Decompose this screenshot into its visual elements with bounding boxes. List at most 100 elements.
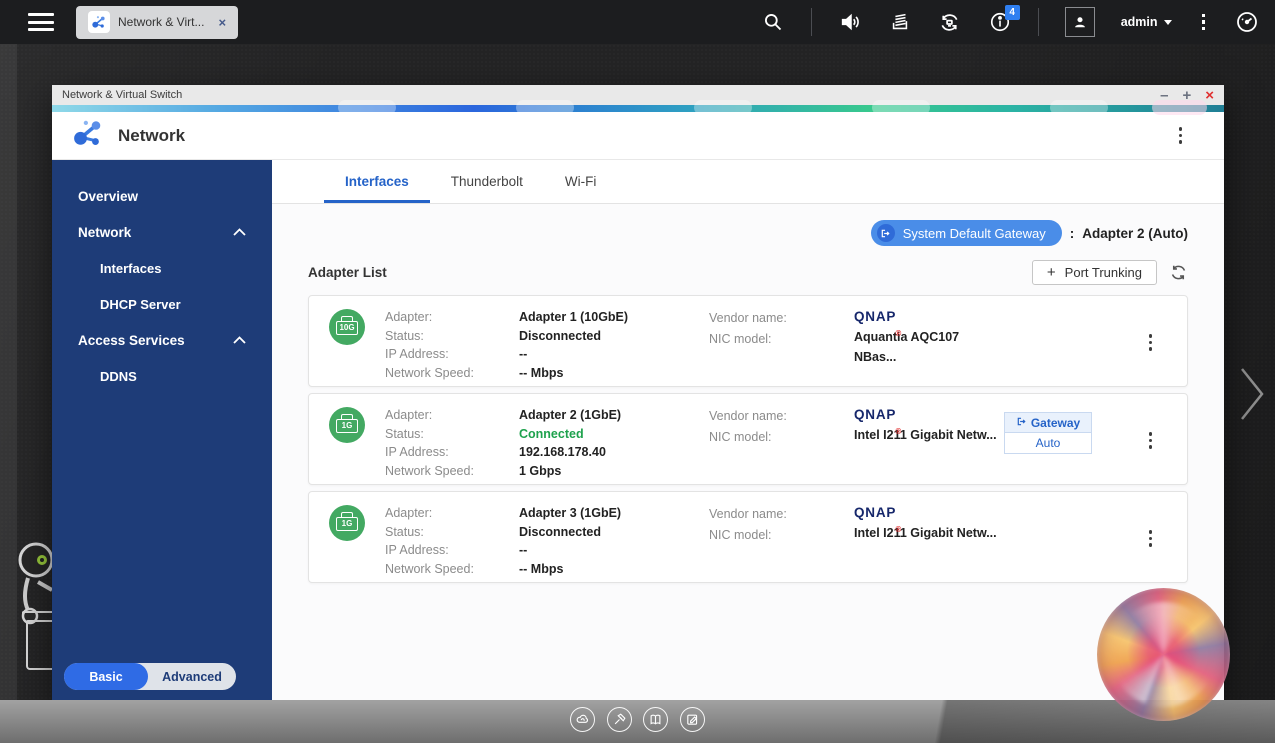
wallpaper-ghost — [338, 100, 396, 115]
vendor-label: Vendor name: — [709, 311, 787, 325]
nic-label: NIC model: — [709, 430, 772, 444]
volume-icon[interactable] — [838, 10, 862, 34]
tools-icon[interactable] — [606, 707, 632, 732]
cloud-icon[interactable] — [570, 707, 595, 732]
adapter-menu-icon[interactable] — [1145, 526, 1157, 551]
nic-model: Intel I211 Gigabit Netw... — [854, 428, 997, 442]
vendor-logo: QNAP — [854, 407, 897, 422]
tab-wifi[interactable]: Wi-Fi — [544, 160, 617, 203]
nic-label: NIC model: — [709, 528, 772, 542]
status-label: Status: — [385, 426, 424, 441]
network-virtual-switch-window: Network & Virtual Switch – + × Network O… — [52, 85, 1224, 705]
adapter-name: Adapter 1 (10GbE) — [519, 310, 629, 324]
taskbar-tab-close-icon[interactable]: × — [218, 15, 226, 30]
background-tasks-icon[interactable] — [888, 10, 912, 34]
wallpaper-ghost — [872, 100, 930, 115]
main-pane: Interfaces Thunderbolt Wi-Fi System Defa… — [272, 160, 1224, 705]
more-options-icon[interactable] — [1198, 10, 1210, 35]
adapter-card-2: 1G Adapter: Status: IP Address: Network … — [308, 393, 1188, 485]
speed-label: Network Speed: — [385, 365, 474, 380]
adapter-menu-icon[interactable] — [1145, 330, 1157, 355]
book-icon[interactable] — [643, 707, 668, 732]
window-titlebar[interactable]: Network & Virtual Switch – + × — [52, 85, 1224, 105]
window-title: Network & Virtual Switch — [62, 89, 183, 101]
adapter-name: Adapter 2 (1GbE) — [519, 408, 622, 422]
adapter-card-3: 1G Adapter: Status: IP Address: Network … — [308, 491, 1188, 583]
sidebar-item-network[interactable]: Network — [52, 214, 272, 250]
gateway-mode-label: Auto — [1005, 433, 1091, 453]
nic-model: Aquantia AQC107 NBas... — [854, 330, 960, 364]
taskbar-divider — [810, 8, 812, 36]
mode-toggle: Basic Advanced — [64, 663, 236, 690]
chevron-up-icon[interactable] — [233, 331, 246, 349]
sidebar-item-interfaces[interactable]: Interfaces — [52, 250, 272, 286]
swirl-logo-watermark — [1097, 588, 1230, 721]
gateway-icon — [876, 224, 895, 242]
adapter-card-1: 10G Adapter: Status: IP Address: Network… — [308, 295, 1188, 387]
advanced-mode-button[interactable]: Advanced — [148, 663, 236, 690]
status-label: Status: — [385, 328, 424, 343]
main-menu-icon[interactable] — [28, 13, 54, 31]
dock-icons — [570, 707, 705, 732]
plus-icon: + — [1046, 264, 1056, 281]
adapter-menu-icon[interactable] — [1145, 428, 1157, 453]
port-trunking-button[interactable]: + Port Trunking — [1031, 260, 1157, 285]
page-title: Network — [118, 125, 186, 145]
adapter-ip: 192.168.178.40 — [519, 445, 606, 459]
ip-label: IP Address: — [385, 445, 449, 459]
wallpaper-ghost — [1152, 100, 1207, 115]
chevron-right-icon[interactable] — [1238, 365, 1266, 428]
system-default-gateway-row: System Default Gateway : Adapter 2 (Auto… — [308, 220, 1188, 246]
taskbar-tab-label: Network & Virt... — [118, 15, 205, 29]
header-gradient-strip — [52, 100, 1224, 115]
sidebar-item-dhcp-server[interactable]: DHCP Server — [52, 286, 272, 322]
adapter-name: Adapter 3 (1GbE) — [519, 506, 622, 520]
port-1g-icon: 1G — [329, 505, 365, 541]
adapter-speed: -- Mbps — [519, 561, 564, 576]
adapter-list-header: Adapter List + Port Trunking — [308, 260, 1188, 285]
port-trunking-label: Port Trunking — [1064, 265, 1142, 280]
sidebar-item-ddns[interactable]: DDNS — [52, 358, 272, 394]
adapter-ip: -- — [519, 347, 528, 361]
sidebar-item-overview[interactable]: Overview — [52, 178, 272, 214]
speed-label: Network Speed: — [385, 561, 474, 576]
gateway-button-label: System Default Gateway — [902, 225, 1046, 241]
adapter-label: Adapter: — [385, 408, 433, 422]
gateway-separator: : — [1069, 225, 1075, 241]
header-more-icon[interactable] — [1175, 123, 1187, 148]
network-app-icon — [88, 11, 110, 33]
network-app-icon — [72, 117, 104, 154]
vendor-label: Vendor name: — [709, 507, 787, 521]
chevron-up-icon[interactable] — [233, 223, 246, 241]
gateway-badge-label: Gateway — [1030, 415, 1081, 430]
sync-icon[interactable] — [938, 10, 962, 34]
refresh-icon[interactable] — [1169, 263, 1188, 282]
sidebar-item-access-services[interactable]: Access Services — [52, 322, 272, 358]
nic-label: NIC model: — [709, 332, 772, 346]
sidebar-item-label: Overview — [78, 188, 139, 204]
adapter-speed: -- Mbps — [519, 365, 564, 380]
close-button[interactable]: × — [1205, 88, 1214, 103]
user-menu[interactable]: admin — [1121, 15, 1172, 29]
user-icon[interactable] — [1064, 7, 1095, 37]
user-name-label: admin — [1120, 15, 1158, 29]
tab-thunderbolt[interactable]: Thunderbolt — [430, 160, 544, 203]
sidebar-item-label: Access Services — [78, 332, 185, 348]
tab-interfaces[interactable]: Interfaces — [324, 160, 430, 203]
chevron-down-icon — [1163, 19, 1172, 25]
basic-mode-button[interactable]: Basic — [64, 663, 148, 690]
adapter-speed: 1 Gbps — [519, 463, 562, 478]
dashboard-icon[interactable] — [1235, 10, 1259, 34]
search-icon[interactable] — [761, 10, 785, 34]
system-default-gateway-button[interactable]: System Default Gateway — [870, 220, 1062, 246]
taskbar-tab-network[interactable]: Network & Virt... × — [76, 5, 239, 39]
taskbar-divider — [1037, 8, 1039, 36]
sidebar: Overview Network Interfaces DHCP Server … — [52, 160, 272, 705]
adapter-status: Connected — [519, 426, 584, 441]
ip-label: IP Address: — [385, 543, 449, 557]
notes-icon[interactable] — [679, 707, 705, 732]
adapter-list-title: Adapter List — [308, 265, 387, 280]
notifications-icon[interactable]: 4 — [988, 5, 1020, 34]
app-header: Network — [52, 112, 1224, 160]
adapter-cards: 10G Adapter: Status: IP Address: Network… — [308, 295, 1188, 583]
